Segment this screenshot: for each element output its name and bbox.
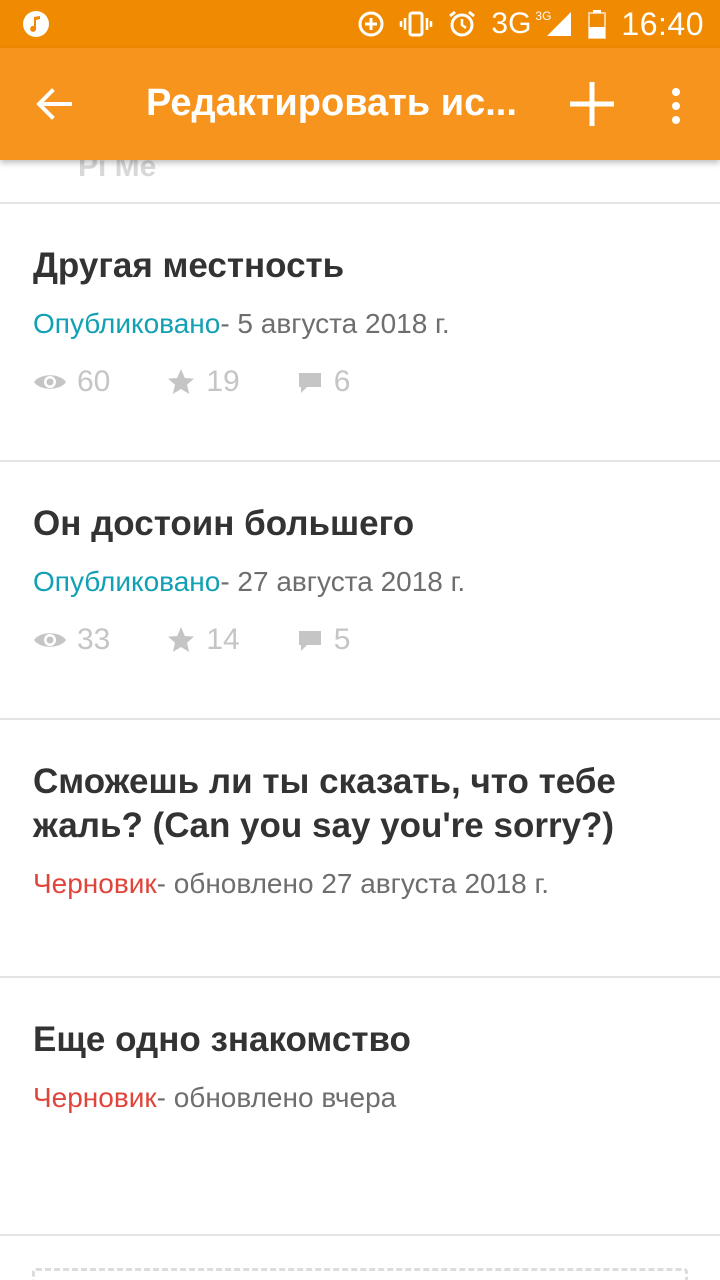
story-stats: 33 14 5	[33, 620, 680, 660]
stars-stat: 14	[166, 623, 240, 657]
story-title: Еще одно знакомство	[33, 1020, 411, 1059]
vibrate-icon	[400, 11, 433, 37]
story-status-line: Опубликовано- 27 августа 2018 г.	[33, 564, 680, 600]
story-status-line: Черновик- обновлено вчера	[33, 1080, 680, 1116]
list-item-partial[interactable]: Рі Ме	[0, 160, 720, 204]
network-sup: 3G	[535, 9, 552, 23]
eye-icon	[34, 375, 66, 389]
story-list: Рі Ме Другая местность Опубликовано- 5 а…	[0, 160, 720, 1236]
eye-icon	[34, 633, 66, 647]
comments-stat: 5	[296, 623, 351, 657]
views-stat: 33	[33, 623, 110, 657]
story-item[interactable]: Еще одно знакомство Черновик- обновлено …	[0, 978, 720, 1236]
story-item[interactable]: Другая местность Опубликовано- 5 августа…	[0, 204, 720, 462]
status-published: Опубликовано	[33, 566, 221, 597]
partial-item-text: Рі Ме	[78, 160, 157, 183]
comments-count: 5	[333, 623, 351, 656]
story-stats: 60 19 6	[33, 362, 680, 402]
music-icon	[23, 11, 49, 37]
star-icon	[168, 369, 195, 394]
clock: 16:40	[621, 5, 704, 42]
network-label: 3G	[491, 7, 532, 40]
story-status-line: Опубликовано- 5 августа 2018 г.	[33, 306, 680, 342]
stars-stat: 19	[166, 365, 240, 399]
comments-stat: 6	[296, 365, 351, 399]
comments-count: 6	[333, 365, 351, 398]
stars-count: 14	[206, 623, 240, 656]
story-status-line: Черновик- обновлено 27 августа 2018 г.	[33, 866, 680, 902]
story-title: Он достоин большего	[33, 504, 415, 543]
network-type: 3G 3G	[491, 7, 551, 41]
status-draft: Черновик	[33, 1082, 157, 1113]
page-title: Редактировать ис...	[146, 82, 517, 124]
comment-icon	[298, 631, 321, 651]
story-title: Другая местность	[33, 246, 345, 285]
alarm-icon	[449, 10, 476, 37]
data-saver-icon	[358, 11, 384, 37]
story-item[interactable]: Сможешь ли ты сказать, что тебе жаль? (C…	[0, 720, 720, 978]
back-arrow-icon[interactable]	[26, 76, 82, 132]
story-meta: - 27 августа 2018 г.	[220, 566, 466, 597]
stars-count: 19	[206, 365, 240, 398]
more-vert-icon[interactable]	[656, 78, 696, 134]
new-story-placeholder[interactable]	[32, 1268, 688, 1280]
status-draft: Черновик	[33, 868, 157, 899]
story-item[interactable]: Он достоин большего Опубликовано- 27 авг…	[0, 462, 720, 720]
story-title: Сможешь ли ты сказать, что тебе жаль? (C…	[33, 762, 616, 845]
status-published: Опубликовано	[33, 308, 221, 339]
star-icon	[168, 627, 195, 652]
add-icon[interactable]	[560, 72, 624, 136]
views-count: 33	[77, 623, 111, 656]
app-bar: Редактировать ис...	[0, 48, 720, 160]
story-meta: - обновлено вчера	[156, 1082, 397, 1113]
views-count: 60	[77, 365, 111, 398]
story-meta: - обновлено 27 августа 2018 г.	[156, 868, 550, 899]
battery-icon	[588, 10, 607, 39]
story-meta: - 5 августа 2018 г.	[220, 308, 450, 339]
views-stat: 60	[33, 365, 110, 399]
status-icons: 3G 3G 16:40	[357, 0, 704, 48]
status-bar: 3G 3G 16:40	[0, 0, 720, 48]
comment-icon	[298, 373, 321, 393]
